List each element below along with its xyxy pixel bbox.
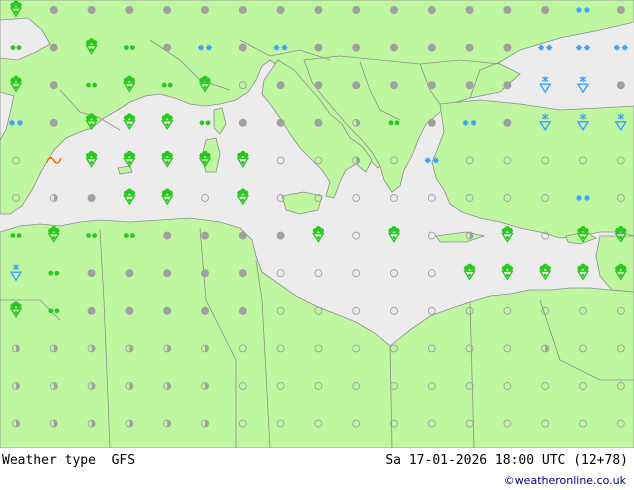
overcast-dot-icon <box>465 6 474 14</box>
overcast-dot-icon <box>163 43 172 52</box>
overcast-dot-icon <box>314 6 323 14</box>
overcast-dot-icon <box>201 6 209 14</box>
overcast-dot-icon <box>276 231 285 240</box>
overcast-dot-icon <box>87 269 96 278</box>
overcast-dot-icon <box>87 306 96 315</box>
overcast-dot-icon <box>352 81 361 90</box>
overcast-dot-icon <box>238 118 247 127</box>
overcast-dot-icon <box>49 43 58 52</box>
overcast-dot-icon <box>238 269 247 278</box>
overcast-dot-icon <box>616 81 625 90</box>
overcast-dot-icon <box>427 43 436 52</box>
overcast-dot-icon <box>238 43 247 52</box>
map-title: Weather type GFS <box>2 453 136 468</box>
overcast-dot-icon <box>616 6 625 14</box>
overcast-dot-icon <box>352 43 361 52</box>
overcast-dot-icon <box>352 6 361 14</box>
overcast-dot-icon <box>163 306 172 315</box>
overcast-dot-icon <box>314 118 323 127</box>
overcast-dot-icon <box>276 6 285 14</box>
overcast-dot-icon <box>503 43 512 52</box>
overcast-dot-icon <box>163 6 172 14</box>
overcast-dot-icon <box>201 269 209 278</box>
overcast-dot-icon <box>125 6 134 14</box>
overcast-dot-icon <box>125 306 134 315</box>
overcast-dot-icon <box>201 306 209 315</box>
map-footer: Weather type GFS Sa 17-01-2026 18:00 UTC… <box>0 448 634 490</box>
overcast-dot-icon <box>163 269 172 278</box>
overcast-dot-icon <box>427 118 436 127</box>
overcast-dot-icon <box>465 43 474 52</box>
overcast-dot-icon <box>49 118 58 127</box>
overcast-dot-icon <box>49 81 58 90</box>
overcast-dot-icon <box>87 194 96 202</box>
overcast-dot-icon <box>125 269 134 278</box>
overcast-dot-icon <box>238 306 247 315</box>
overcast-dot-icon <box>390 43 398 52</box>
overcast-dot-icon <box>238 6 247 14</box>
overcast-dot-icon <box>503 6 512 14</box>
overcast-dot-icon <box>163 231 172 240</box>
overcast-dot-icon <box>427 81 436 90</box>
overcast-dot-icon <box>503 118 512 127</box>
overcast-dot-icon <box>541 6 550 14</box>
weather-map <box>0 0 634 448</box>
overcast-dot-icon <box>201 231 209 240</box>
overcast-dot-icon <box>49 6 58 14</box>
overcast-dot-icon <box>427 6 436 14</box>
overcast-dot-icon <box>314 81 323 90</box>
overcast-dot-icon <box>276 81 285 90</box>
overcast-dot-icon <box>87 6 96 14</box>
overcast-dot-icon <box>314 43 323 52</box>
overcast-dot-icon <box>390 81 398 90</box>
forecast-datetime: Sa 17-01-2026 18:00 UTC (12+78) <box>385 453 628 468</box>
overcast-dot-icon <box>503 81 512 90</box>
overcast-dot-icon <box>238 231 247 240</box>
overcast-dot-icon <box>276 118 285 127</box>
credit-link[interactable]: ©weatheronline.co.uk <box>504 474 626 487</box>
overcast-dot-icon <box>465 81 474 90</box>
overcast-dot-icon <box>390 6 398 14</box>
